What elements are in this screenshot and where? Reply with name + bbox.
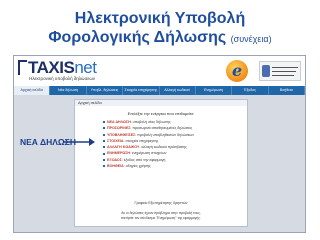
bullet-icon [103,139,105,142]
action-label[interactable]: ΝΕΑ ΔΗΛΩΣΗ [107,120,131,124]
slide-title-suffix: (συνέχεια) [230,34,272,44]
action-desc: : στοιχεία επιχείρησης [123,138,159,143]
bullet-icon [103,158,105,161]
bullet-icon [103,127,105,130]
nav-tab-help[interactable]: Βοήθεια [269,86,305,95]
nav-tab-submitted[interactable]: Υποβλ. δηλώσεις [87,86,124,95]
panel-question: Επιλέξτε την ενέργεια που επιθυμείτε: [127,111,195,116]
bullet-icon [103,165,105,168]
panel-note: Αν οι δηλώσεις έχουν πρόβλημα στην προβο… [121,211,201,215]
action-label[interactable]: ΒΟΗΘΕΙΑ [107,164,124,168]
bullet-icon [103,121,105,124]
bullet-icon [103,152,105,155]
action-label[interactable]: ΑΛΛΑΓΗ ΚΩΔΙΚΟΥ [107,145,139,149]
main-nav: Αρχική σελίδα Νέα δήλωση Υποβλ. δηλώσεις… [14,86,305,95]
action-desc: : υποβολή νέας δήλωσης [130,120,171,124]
action-item-drafts[interactable]: ΠΡΟΣΩΡΙΝΕΣ: προσωρινά αποθηκευμένες δηλώ… [103,125,194,131]
action-label[interactable]: ΕΞΟΔΟΣ [107,158,122,162]
bullet-icon [103,146,105,149]
action-desc: : αλλαγή κωδικού πρόσβασης [139,145,187,150]
action-list: ΝΕΑ ΔΗΛΩΣΗ: υποβολή νέας δήλωσης ΠΡΟΣΩΡΙ… [103,119,194,169]
logo-accent: net [74,58,97,77]
taxisnet-logo-mark-icon [18,60,27,75]
egov-e-icon: e [232,61,243,80]
action-desc: : προβολή υποβληθεισών δηλώσεων [135,132,195,137]
slide-subtitle: Φορολογικής Δήλωσης (συνέχεια) [0,29,320,48]
action-label[interactable]: ΣΤΟΙΧΕΙΑ [107,139,123,143]
content-area: Αρχική σελίδα Επιλέξτε την ενέργεια που … [14,95,305,232]
action-label[interactable]: ΕΝΗΜΕΡΩΣΗ [107,151,130,155]
taxisnet-logo[interactable]: TAXISnet [28,58,97,77]
nav-tab-new-return[interactable]: Νέα δήλωση [50,86,87,95]
callout-arrow-icon [63,138,95,146]
slide-title: Ηλεκτρονική Υποβολή [0,10,320,28]
site-header: TAXISnet Ηλεκτρονική υποβολή δηλώσεων e [14,56,305,86]
action-desc: : έξοδος από την εφαρμογή [121,157,166,162]
logo-main: TAXIS [28,58,75,77]
ministry-emblem-icon [262,65,270,77]
nav-tab-business-info[interactable]: Στοιχεία επιχείρησης [123,86,160,95]
action-desc: : οδηγίες χρήσης [123,164,151,169]
action-label[interactable]: ΠΡΟΣΩΡΙΝΕΣ [107,126,130,130]
action-label[interactable]: ΥΠΟΒΛΗΘΕΙΣΕΣ [107,133,135,137]
action-item-submitted[interactable]: ΥΠΟΒΛΗΘΕΙΣΕΣ: προβολή υποβληθεισών δηλώσ… [103,132,194,138]
panel-note: πατήστε τον σύνδεσμο "Ενημέρωση" της εφα… [121,216,201,220]
panel-header: Αρχική σελίδα [75,100,247,106]
logo-tagline: Ηλεκτρονική υποβολή δηλώσεων [29,76,96,81]
nav-tab-exit[interactable]: Έξοδος [232,86,269,95]
action-desc: : προσωρινά αποθηκευμένες δηλώσεις [130,126,193,131]
nav-tab-change-password[interactable]: Αλλαγή κωδικού [160,86,196,95]
nav-tab-home[interactable]: Αρχική σελίδα [14,86,51,95]
action-item-help[interactable]: ΒΟΗΘΕΙΑ: οδηγίες χρήσης [103,163,194,169]
slide-title-line1: Ηλεκτρονική Υποβολή [74,10,246,27]
helpdesk-link[interactable]: Γραφείο Εξυπηρέτησης Χρηστών [75,201,247,205]
bullet-icon [103,133,105,136]
action-panel: Αρχική σελίδα Επιλέξτε την ενέργεια που … [74,99,248,227]
ministry-logo-icon [259,61,301,81]
nav-tab-update[interactable]: Ενημέρωση [196,86,233,95]
slide-title-line2: Φορολογικής Δήλωσης [48,29,227,46]
action-desc: : ενημέρωση στοιχείων [130,151,167,156]
